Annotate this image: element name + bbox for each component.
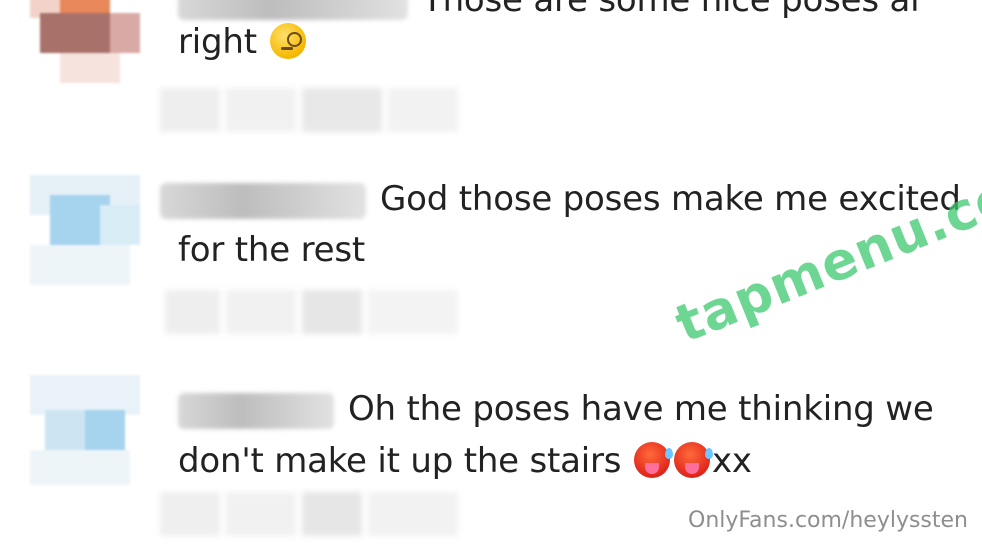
comment-line-2: don't make it up the stairs bbox=[178, 441, 622, 481]
username-blurred[interactable] bbox=[178, 392, 334, 429]
hot-face-icon bbox=[673, 442, 713, 478]
comment-meta-blurred bbox=[160, 492, 490, 536]
comment-line-2-suffix: xx bbox=[711, 441, 752, 481]
comment-text-line-2: don't make it up the stairs xx bbox=[178, 435, 752, 487]
comment-line-2: for the rest bbox=[178, 230, 365, 270]
comment-line-1: God those poses make me excited bbox=[380, 179, 961, 219]
comment-text: Oh the poses have me thinking we bbox=[178, 383, 934, 435]
comment-text-line-2: for the rest bbox=[178, 224, 365, 276]
username-blurred[interactable] bbox=[160, 182, 366, 219]
comment-meta-blurred bbox=[160, 88, 490, 132]
comment-line-2: right bbox=[178, 22, 257, 62]
face-with-monocle-icon bbox=[269, 23, 306, 59]
avatar[interactable] bbox=[30, 375, 140, 485]
comment-line-1: Those are some nice poses al bbox=[422, 0, 920, 20]
comment-meta-blurred bbox=[165, 290, 495, 334]
footer-url: OnlyFans.com/heylyssten bbox=[688, 508, 968, 533]
comment-text: God those poses make me excited bbox=[160, 173, 961, 225]
avatar[interactable] bbox=[30, 0, 140, 98]
comment-line-1: Oh the poses have me thinking we bbox=[348, 389, 934, 429]
hot-face-icon bbox=[633, 442, 673, 478]
avatar[interactable] bbox=[30, 175, 140, 285]
comment-text-line-2: right bbox=[178, 16, 308, 68]
